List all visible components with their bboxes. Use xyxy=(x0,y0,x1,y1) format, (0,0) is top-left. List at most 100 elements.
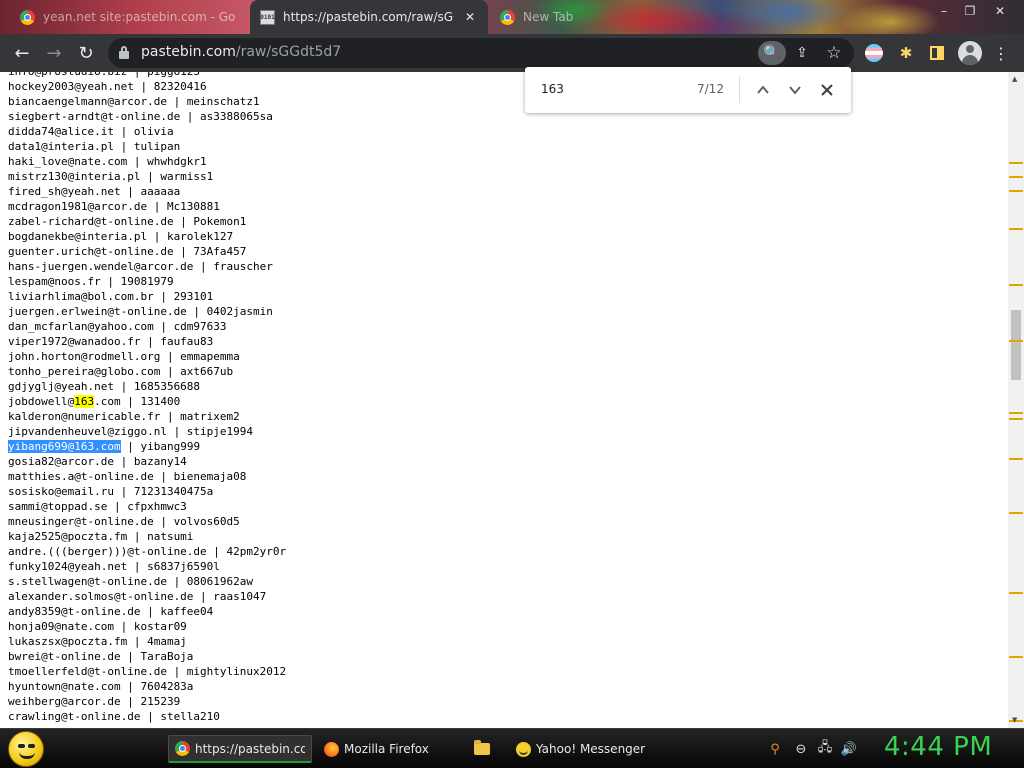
find-previous-button[interactable] xyxy=(751,78,775,102)
url-host: pastebin.com xyxy=(141,44,236,60)
paste-line: honja09@nate.com | kostar09 xyxy=(8,620,187,633)
find-in-page-indicator-icon[interactable]: 🔍 xyxy=(758,41,786,65)
scroll-match-marker xyxy=(1009,176,1023,178)
tray-minus-icon[interactable]: ⊖ xyxy=(792,740,810,758)
scroll-match-marker xyxy=(1009,512,1023,514)
vertical-scrollbar[interactable]: ▲ ▼ xyxy=(1008,72,1024,728)
forward-button[interactable]: → xyxy=(41,41,67,65)
taskbar-clock[interactable]: 4:44 PM xyxy=(884,732,992,762)
scroll-match-marker xyxy=(1009,162,1023,164)
reload-button[interactable]: ↻ xyxy=(73,41,99,65)
volume-icon[interactable]: 🔊 xyxy=(840,740,858,758)
chrome-icon xyxy=(175,741,190,756)
close-tab-icon[interactable]: ✕ xyxy=(462,9,478,25)
paste-line: data1@interia.pl | tulipan xyxy=(8,140,181,153)
url-text[interactable]: pastebin.com/raw/sGGdt5d7 xyxy=(141,44,341,60)
tab-title: https://pastebin.com/raw/sGGdt5d7 xyxy=(283,10,454,24)
search-icon[interactable]: ⚲ xyxy=(766,740,784,758)
pastebin-favicon-icon: 0101 xyxy=(260,9,275,25)
paste-line: matthies.a@t-online.de | bienemaja08 xyxy=(8,470,247,483)
url-path: /raw/sGGdt5d7 xyxy=(235,44,342,60)
paste-line: hans-juergen.wendel@arcor.de | frauscher xyxy=(8,260,273,273)
tab-strip: yean.net site:pastebin.com - Go 0101 htt… xyxy=(0,0,1024,34)
paste-line: andy8359@t-online.de | kaffee04 xyxy=(8,605,214,618)
paste-line: mcdragon1981@arcor.de | Mc130881 xyxy=(8,200,220,213)
paste-line: alexander.solmos@t-online.de | raas1047 xyxy=(8,590,267,603)
scroll-thumb[interactable] xyxy=(1011,310,1021,380)
folder-icon xyxy=(474,740,490,755)
paste-line: siegbert-arndt@t-online.de | as3388065sa xyxy=(8,110,273,123)
paste-line: bogdanekbe@interia.pl | karolek127 xyxy=(8,230,234,243)
menu-kebab-icon[interactable]: ⋮ xyxy=(990,42,1012,64)
paste-line: john.horton@rodmell.org | emmapemma xyxy=(8,350,240,363)
yahoo-messenger-icon xyxy=(516,741,531,757)
scroll-match-marker xyxy=(1009,656,1023,658)
taskbar-item-label: https://pastebin.co... xyxy=(195,741,305,756)
google-favicon-icon xyxy=(20,9,35,25)
tab-title: New Tab xyxy=(523,10,574,24)
taskbar-item-label: Mozilla Firefox xyxy=(344,742,429,756)
find-input[interactable]: 163 xyxy=(541,82,564,96)
paste-line: crawling@t-online.de | stella210 xyxy=(8,710,220,723)
taskbar-item-yahoo-messenger[interactable]: Yahoo! Messenger xyxy=(510,735,652,763)
browser-toolbar: ← → ↻ pastebin.com/raw/sGGdt5d7 🔍 ⇪ ☆ ✱ … xyxy=(0,34,1024,72)
paste-line: guenter.urich@t-online.de | 73Afa457 xyxy=(8,245,247,258)
side-panel-icon[interactable] xyxy=(926,42,948,64)
paste-line: zabel-richard@t-online.de | Pokemon1 xyxy=(8,215,247,228)
taskbar-item-label: Yahoo! Messenger xyxy=(536,742,646,756)
find-bar: 163 7/12 xyxy=(525,67,851,113)
share-icon[interactable]: ⇪ xyxy=(790,41,814,65)
taskbar-item-chrome[interactable]: https://pastebin.co... xyxy=(168,735,312,763)
paste-line: bwrei@t-online.de | TaraBoja xyxy=(8,650,194,663)
address-bar[interactable]: pastebin.com/raw/sGGdt5d7 🔍 ⇪ ☆ xyxy=(108,38,854,68)
search-match: 163 xyxy=(74,395,95,408)
firefox-icon xyxy=(324,741,339,757)
chevron-down-icon xyxy=(789,86,801,95)
current-search-match: yibang699@163.com xyxy=(8,440,121,453)
lock-icon[interactable] xyxy=(119,46,129,60)
bookmark-star-icon[interactable]: ☆ xyxy=(822,41,846,65)
paste-line: haki_love@nate.com | whwhdgkr1 xyxy=(8,155,207,168)
paste-line: kaja2525@poczta.fm | natsumi xyxy=(8,530,194,543)
paste-line: liviarhlima@bol.com.br | 293101 xyxy=(8,290,214,303)
paste-line: yibang699@163.com | yibang999 xyxy=(8,440,201,453)
paste-line: andre.(((berger)))@t-online.de | 42pm2yr… xyxy=(8,545,287,558)
profile-avatar-icon[interactable] xyxy=(958,41,982,65)
paste-line: dan_mcfarlan@yahoo.com | cdm97633 xyxy=(8,320,227,333)
close-icon xyxy=(821,84,833,96)
minimize-window-icon[interactable]: – xyxy=(934,3,954,19)
scroll-match-marker xyxy=(1009,284,1023,286)
scroll-match-marker xyxy=(1009,412,1023,414)
paste-line: sosisko@email.ru | 71231340475a xyxy=(8,485,214,498)
extension-flag-icon[interactable] xyxy=(865,44,883,62)
chevron-up-icon xyxy=(757,85,769,94)
scroll-match-marker xyxy=(1009,418,1023,420)
tab-google-search[interactable]: yean.net site:pastebin.com - Go xyxy=(10,0,250,34)
paste-line: gosia82@arcor.de | bazany14 xyxy=(8,455,187,468)
paste-line: mneusinger@t-online.de | volvos60d5 xyxy=(8,515,240,528)
paste-line: weihberg@arcor.de | 215239 xyxy=(8,695,181,708)
taskbar-item-folder[interactable] xyxy=(468,735,500,763)
tab-pastebin[interactable]: 0101 https://pastebin.com/raw/sGGdt5d7 ✕ xyxy=(250,0,488,34)
tab-title: yean.net site:pastebin.com - Go xyxy=(43,10,236,24)
find-divider xyxy=(739,77,740,103)
find-next-button[interactable] xyxy=(783,78,807,102)
scroll-down-icon[interactable]: ▼ xyxy=(1012,716,1017,724)
paste-line: funky1024@yeah.net | s6837j6590l xyxy=(8,560,220,573)
scroll-up-icon[interactable]: ▲ xyxy=(1012,75,1017,83)
page-content: info@prostudio.biz | piggo123hockey2003@… xyxy=(0,72,1008,728)
extensions-puzzle-icon[interactable]: ✱ xyxy=(895,42,917,64)
paste-line: sammi@toppad.se | cfpxhmwc3 xyxy=(8,500,187,513)
network-icon[interactable]: 🖧 xyxy=(816,740,834,758)
tab-new-tab[interactable]: New Tab xyxy=(490,0,690,34)
find-close-button[interactable] xyxy=(815,78,839,102)
taskbar-item-firefox[interactable]: Mozilla Firefox xyxy=(318,735,458,763)
paste-line: gdjyglj@yeah.net | 1685356688 xyxy=(8,380,201,393)
close-window-icon[interactable]: ✕ xyxy=(990,3,1010,19)
taskbar: https://pastebin.co... Mozilla Firefox Y… xyxy=(0,728,1024,768)
start-button-smiley-icon[interactable] xyxy=(8,731,44,767)
restore-window-icon[interactable]: ❐ xyxy=(960,3,980,19)
find-match-count: 7/12 xyxy=(697,82,724,96)
paste-line: hockey2003@yeah.net | 82320416 xyxy=(8,80,207,93)
back-button[interactable]: ← xyxy=(9,41,35,65)
